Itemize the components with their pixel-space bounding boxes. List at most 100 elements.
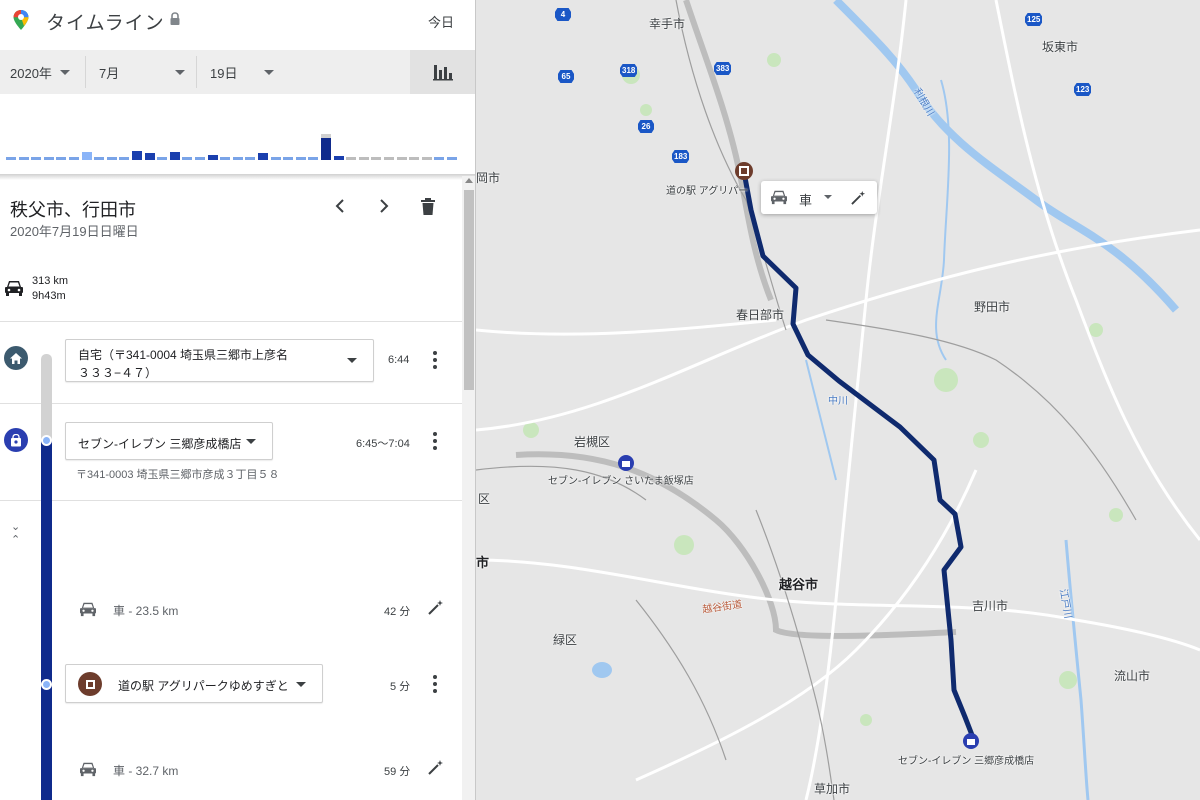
shopping-bag-icon (4, 428, 28, 452)
place-name: セブン-イレブン 三郷彦成橋店 (78, 437, 242, 451)
histogram-bar[interactable] (396, 157, 407, 160)
histogram-bar[interactable] (43, 157, 54, 160)
histogram-bar[interactable] (81, 152, 92, 160)
segment-label[interactable]: 車 - 23.5 km (113, 602, 178, 619)
day-histogram[interactable] (0, 96, 460, 160)
histogram-bar[interactable] (157, 157, 168, 160)
city-label: 吉川市 (972, 599, 1009, 613)
histogram-bar[interactable] (346, 157, 357, 160)
histogram-bar[interactable] (220, 157, 231, 160)
histogram-bar[interactable] (384, 157, 394, 160)
previous-day-button[interactable] (330, 196, 350, 216)
histogram-bar[interactable] (270, 157, 281, 160)
day-title: 秩父市、行田市 (10, 200, 136, 220)
timeline-rail (41, 440, 52, 800)
city-label: 岡市 (476, 171, 501, 185)
route-shield: 65 (558, 70, 574, 83)
histogram-bar[interactable] (207, 155, 218, 160)
bar-chart-icon (433, 65, 453, 81)
histogram-bar[interactable] (169, 152, 180, 160)
google-maps-pin-icon (13, 10, 29, 30)
river-label: 中川 (828, 396, 848, 407)
histogram-bar[interactable] (18, 157, 29, 160)
histogram-bar[interactable] (31, 157, 42, 160)
histogram-bar[interactable] (144, 153, 155, 160)
park-areas (523, 53, 1123, 726)
histogram-bar[interactable] (447, 157, 457, 160)
histogram-bar[interactable] (106, 157, 117, 160)
delete-day-button[interactable] (418, 196, 438, 216)
month-dropdown[interactable]: 7月 (99, 50, 185, 94)
histogram-bar[interactable] (6, 157, 16, 160)
year-dropdown[interactable]: 2020年 (10, 50, 70, 94)
chevron-down-icon (246, 439, 256, 444)
histogram-bar[interactable] (333, 156, 344, 160)
day-dropdown[interactable]: 19日 (210, 50, 274, 94)
timeline-dot (41, 679, 52, 690)
more-options-icon[interactable] (432, 432, 438, 450)
divider (0, 321, 462, 322)
chevron-down-icon[interactable] (824, 195, 832, 199)
route-shield: 123 (1074, 83, 1092, 96)
histogram-bar[interactable] (409, 157, 420, 160)
year-value: 2020年 (10, 65, 52, 81)
scrollbar-thumb[interactable] (464, 190, 474, 390)
histogram-bar[interactable] (232, 157, 243, 160)
magic-wand-icon[interactable] (428, 599, 444, 615)
histogram-bar[interactable] (258, 153, 268, 160)
segment-label[interactable]: 車 - 32.7 km (113, 762, 178, 779)
route-shield: 26 (638, 120, 654, 133)
travel-mode-popup[interactable]: 車 (761, 181, 877, 214)
place-selector-home[interactable]: 自宅（〒341-0004 埼玉県三郷市上彦名 ３３３−４７） (65, 339, 374, 382)
stats-button[interactable] (410, 50, 475, 94)
histogram-bar[interactable] (358, 157, 369, 160)
chevron-left-icon (335, 199, 344, 213)
shopping-bag-icon[interactable] (618, 455, 634, 471)
city-label: 市 (476, 555, 490, 570)
histogram-bar[interactable] (195, 157, 205, 160)
histogram-bar[interactable] (94, 157, 105, 160)
chevron-down-icon (175, 69, 185, 75)
scroll-up-icon[interactable] (465, 178, 473, 183)
histogram-bar[interactable] (434, 157, 445, 160)
histogram-bar[interactable] (421, 157, 432, 160)
app-title: タイムライン (46, 13, 165, 34)
magic-wand-icon[interactable] (428, 759, 444, 775)
timeline-panel: タイムライン 今日 2020年 7月 19日 秩父市、行田市 2020年7月19… (0, 0, 476, 800)
place-address: 〒341-0003 埼玉県三郷市彦成３丁目５８ (76, 469, 280, 481)
histogram-bar-selected[interactable] (321, 134, 331, 160)
stop-marker-icon[interactable] (735, 162, 753, 180)
divider (196, 56, 197, 88)
place-selector-seven-eleven[interactable]: セブン-イレブン 三郷彦成橋店 (65, 422, 273, 460)
lock-icon (170, 12, 180, 25)
histogram-bar[interactable] (182, 157, 193, 160)
magic-wand-icon[interactable] (851, 190, 866, 205)
more-options-icon[interactable] (432, 675, 438, 693)
expand-chevrons-icon[interactable]: ⌄ ⌃ (11, 520, 20, 546)
chevron-right-icon (380, 199, 389, 213)
place-time: 6:44 (388, 354, 410, 366)
divider (0, 500, 462, 501)
histogram-bar[interactable] (132, 151, 142, 160)
place-selector-michi-no-eki[interactable]: 道の駅 アグリパークゆめすぎと (65, 664, 323, 703)
day-date: 2020年7月19日日曜日 (10, 224, 139, 239)
histogram-bar[interactable] (308, 157, 319, 160)
city-label: 野田市 (974, 300, 1011, 314)
histogram-bar[interactable] (295, 157, 306, 160)
route-line[interactable] (741, 171, 975, 736)
histogram-bar[interactable] (283, 157, 294, 160)
car-icon (80, 602, 96, 617)
next-day-button[interactable] (374, 196, 394, 216)
travel-mode-label: 車 (799, 193, 813, 208)
histogram-bar[interactable] (56, 157, 67, 160)
more-options-icon[interactable] (432, 351, 438, 369)
histogram-bar[interactable] (69, 157, 79, 160)
histogram-bar[interactable] (371, 157, 382, 160)
map-view[interactable]: 幸手市 坂東市 春日部市 野田市 岩槻区 越谷市 吉川市 流山市 緑区 草加市 … (476, 0, 1200, 800)
today-button[interactable]: 今日 (428, 12, 454, 31)
histogram-bar[interactable] (119, 157, 130, 160)
shopping-bag-icon[interactable] (963, 733, 979, 749)
car-icon (771, 190, 787, 205)
city-label: 越谷市 (779, 577, 819, 592)
histogram-bar[interactable] (245, 157, 256, 160)
